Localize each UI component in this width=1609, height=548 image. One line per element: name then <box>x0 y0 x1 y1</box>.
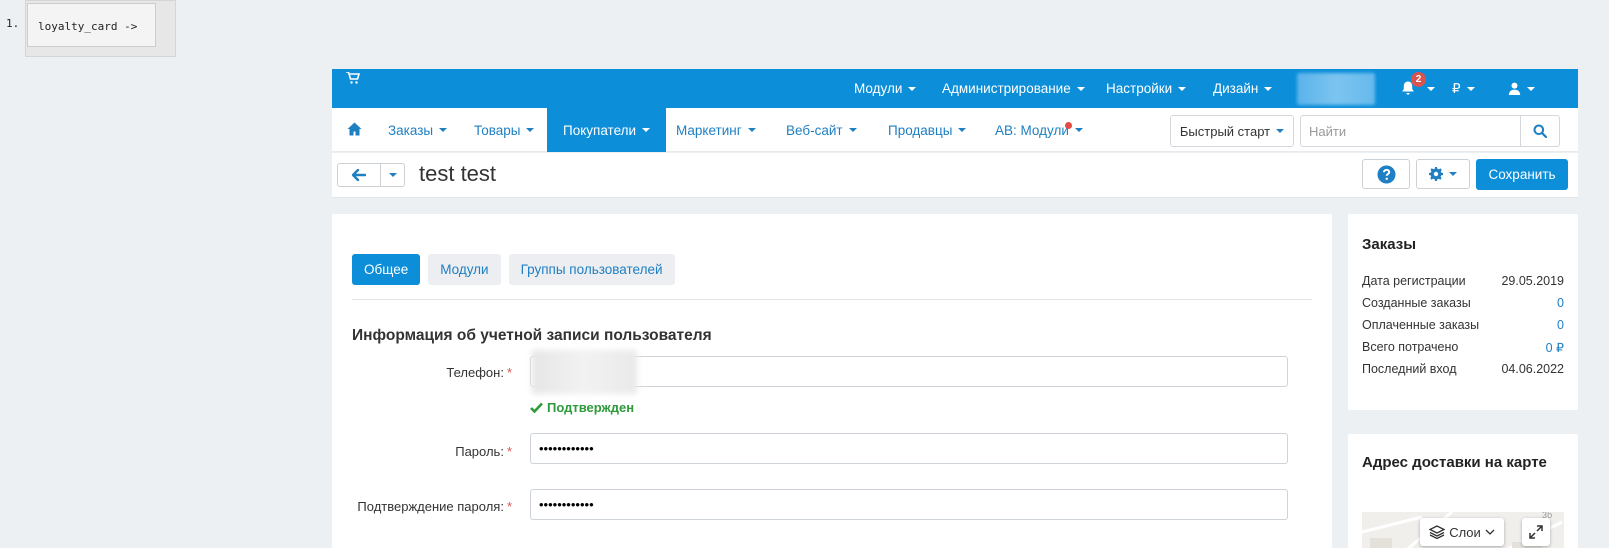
chevron-down-icon <box>1485 529 1495 535</box>
chevron-down-icon <box>1264 86 1273 91</box>
phone-confirmed-status: Подтвержден <box>530 400 634 415</box>
chevron-down-icon <box>1076 86 1085 91</box>
chevron-down-icon <box>1276 129 1285 133</box>
user-menu[interactable] <box>1508 69 1535 108</box>
chevron-down-icon <box>958 128 967 132</box>
confirm-password-label: Подтверждение пароля: * <box>357 499 512 514</box>
arrow-left-icon <box>352 169 366 181</box>
phone-field[interactable] <box>530 356 1288 387</box>
map-layers-button[interactable]: Слои <box>1420 518 1504 546</box>
topmenu-design[interactable]: Дизайн <box>1213 69 1273 108</box>
back-button[interactable] <box>337 163 381 187</box>
created-orders-link[interactable]: 0 <box>1557 296 1564 310</box>
tab-modules[interactable]: Модули <box>428 254 501 285</box>
chevron-down-icon <box>1527 86 1535 91</box>
chevron-down-icon <box>908 86 917 91</box>
chevron-down-icon <box>1178 86 1187 91</box>
chevron-down-icon <box>642 128 651 132</box>
section-title: Информация об учетной записи пользовател… <box>352 327 712 344</box>
password-label: Пароль: * <box>455 444 512 459</box>
stat-row: Оплаченные заказы 0 <box>1362 318 1564 332</box>
question-circle-icon <box>1377 165 1395 183</box>
tabs: Общее Модули Группы пользователей <box>352 254 675 285</box>
gear-icon <box>1429 167 1443 181</box>
back-history-dropdown[interactable] <box>380 163 405 187</box>
chevron-down-icon <box>388 173 397 177</box>
nav-orders[interactable]: Заказы <box>388 108 448 152</box>
required-mark: * <box>506 499 512 514</box>
map-card-title: Адрес доставки на карте <box>1362 454 1547 471</box>
tab-general[interactable]: Общее <box>352 254 421 285</box>
help-button[interactable] <box>1362 159 1410 189</box>
tabs-divider <box>352 299 1312 300</box>
stat-row: Последний вход 04.06.2022 <box>1362 362 1564 376</box>
nav-marketing[interactable]: Маркетинг <box>676 108 756 152</box>
search-icon <box>1533 124 1547 138</box>
nav-ab-modules[interactable]: АВ: Модули <box>995 108 1083 152</box>
chevron-down-icon <box>1074 128 1083 132</box>
blurred-phone-value <box>532 350 637 394</box>
search-button[interactable] <box>1520 115 1560 147</box>
orders-card-title: Заказы <box>1362 236 1417 253</box>
save-button[interactable]: Сохранить <box>1476 159 1568 190</box>
chevron-down-icon <box>848 128 857 132</box>
nav-products[interactable]: Товары <box>474 108 535 152</box>
search-input[interactable] <box>1300 115 1520 147</box>
map-fullscreen-button[interactable] <box>1522 518 1550 546</box>
stat-row: Дата регистрации 29.05.2019 <box>1362 274 1564 288</box>
debug-output: loyalty_card -> <box>27 3 156 47</box>
delivery-map[interactable]: 3б Слои <box>1362 512 1564 548</box>
topmenu-modules[interactable]: Модули <box>854 69 917 108</box>
title-bar: test test Сохранить <box>332 153 1578 198</box>
password-field[interactable] <box>530 433 1288 464</box>
nav-website[interactable]: Веб-сайт <box>786 108 857 152</box>
cart-icon[interactable] <box>346 72 360 84</box>
settings-dropdown-button[interactable] <box>1416 159 1470 189</box>
nav-vendors[interactable]: Продавцы <box>888 108 967 152</box>
currency-selector[interactable]: ₽ <box>1452 69 1475 108</box>
topmenu-administration[interactable]: Администрирование <box>942 69 1085 108</box>
total-spent-link[interactable]: 0 ₽ <box>1546 340 1564 355</box>
debug-index: 1. <box>6 17 20 30</box>
chevron-down-icon <box>526 128 535 132</box>
chevron-down-icon <box>439 128 448 132</box>
notifications-chevron-icon[interactable] <box>1427 87 1435 91</box>
nav-customers[interactable]: Покупатели <box>547 108 667 152</box>
confirm-password-field[interactable] <box>530 489 1288 520</box>
stat-row: Всего потрачено 0 ₽ <box>1362 340 1564 355</box>
new-indicator-dot <box>1065 122 1072 129</box>
topmenu-settings[interactable]: Настройки <box>1106 69 1187 108</box>
required-mark: * <box>506 444 512 459</box>
user-icon <box>1508 82 1521 95</box>
chevron-down-icon <box>1466 86 1475 91</box>
top-bar: Модули Администрирование Настройки Дизай… <box>332 69 1578 108</box>
page-title: test test <box>419 161 497 186</box>
quick-start-button[interactable]: Быстрый старт <box>1170 115 1294 147</box>
delivery-map-card: Адрес доставки на карте 3б Слои <box>1348 434 1578 548</box>
notifications-badge: 2 <box>1411 72 1426 87</box>
main-content-card: Общее Модули Группы пользователей Информ… <box>332 214 1332 548</box>
debug-container: loyalty_card -> <box>25 0 176 57</box>
expand-icon <box>1529 525 1543 539</box>
orders-summary-card: Заказы Дата регистрации 29.05.2019 Создан… <box>1348 214 1578 410</box>
home-icon[interactable] <box>347 122 362 136</box>
layers-icon <box>1429 525 1446 539</box>
chevron-down-icon <box>1449 172 1457 176</box>
paid-orders-link[interactable]: 0 <box>1557 318 1564 332</box>
blurred-store-selector[interactable] <box>1297 73 1375 105</box>
stat-row: Созданные заказы 0 <box>1362 296 1564 310</box>
main-nav: Заказы Товары Покупатели Маркетинг Веб-с… <box>332 108 1578 152</box>
phone-field-wrap <box>332 350 1332 394</box>
chevron-down-icon <box>747 128 756 132</box>
check-icon <box>530 402 543 413</box>
tab-user-groups[interactable]: Группы пользователей <box>508 254 675 285</box>
